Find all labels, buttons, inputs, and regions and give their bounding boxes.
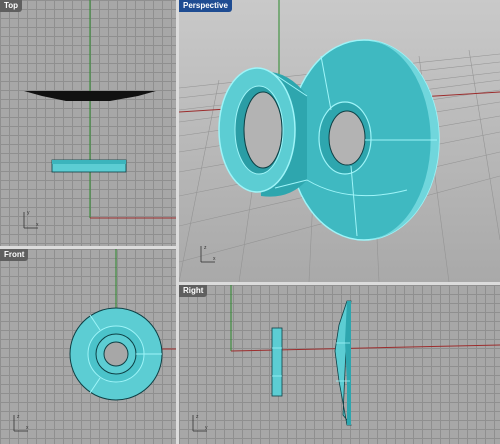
washer-front-view <box>69 307 163 401</box>
viewport-perspective[interactable]: Perspective z x <box>179 0 500 282</box>
ring-top-shade <box>52 160 126 164</box>
top-view-canvas: y x <box>23 0 176 229</box>
viewport-front[interactable]: Front z x <box>0 249 176 444</box>
viewport-label-perspective[interactable]: Perspective <box>179 0 232 12</box>
right-view-canvas: z y <box>192 285 500 432</box>
ring-side-view <box>271 327 283 397</box>
front-view-canvas: z x <box>13 249 176 432</box>
viewport-splitter-vertical[interactable] <box>176 0 179 444</box>
cone-washer-side-view <box>334 300 352 426</box>
viewport-label-front[interactable]: Front <box>0 249 29 261</box>
svg-text:z: z <box>196 414 199 420</box>
viewport-right[interactable]: Right z y <box>179 285 500 444</box>
svg-text:x: x <box>36 222 39 228</box>
svg-text:x: x <box>26 425 29 431</box>
thick-ring-3d <box>218 67 308 197</box>
y-axis-line <box>230 344 500 352</box>
cone-washer-top-profile <box>24 91 156 101</box>
svg-text:y: y <box>27 210 30 216</box>
viewport-splitter-right[interactable] <box>179 282 500 285</box>
svg-text:z: z <box>17 414 20 420</box>
perspective-view-canvas: z x <box>179 0 500 282</box>
viewport-label-right[interactable]: Right <box>179 285 208 297</box>
viewport-top[interactable]: Top y x <box>0 0 176 246</box>
svg-text:y: y <box>205 425 208 431</box>
viewport-label-top[interactable]: Top <box>0 0 23 12</box>
cone-washer-3d <box>288 39 440 241</box>
